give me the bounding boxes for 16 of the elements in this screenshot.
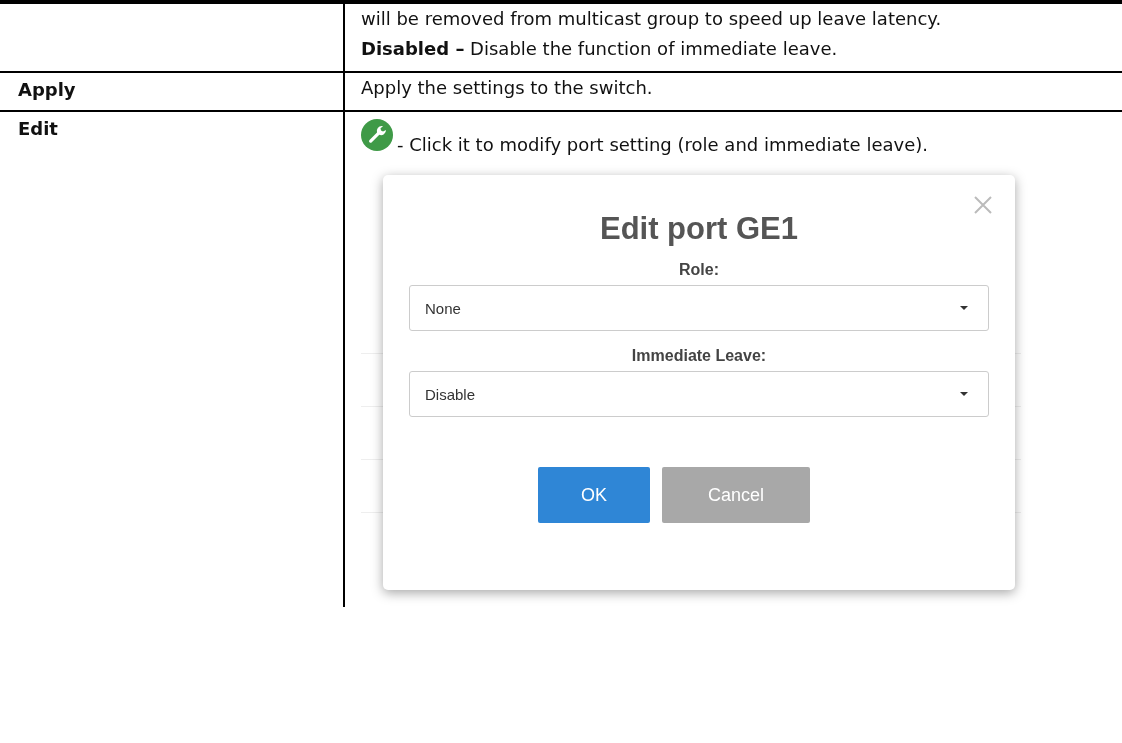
description-text: Disabled – Disable the function of immediate leave. (361, 37, 839, 61)
dropdown-field[interactable]: Disable (409, 371, 989, 417)
description-text: - Click it to modify port setting (role and immediate leave). (397, 134, 928, 155)
field-label: Role: (678, 261, 720, 279)
field-label: Immediate Leave: (630, 347, 768, 365)
caret-icon (960, 306, 968, 310)
dialog-title: Edit port GE1 (598, 211, 800, 247)
term-label: Apply (18, 79, 76, 100)
description-text: Apply the settings to the switch. (361, 76, 654, 100)
dropdown-field[interactable]: None (409, 285, 989, 331)
ok-button[interactable]: OK (538, 467, 650, 523)
close-icon[interactable] (973, 195, 993, 215)
description-text: will be removed from multicast group to speed up leave latency. (361, 7, 943, 31)
term-label: Edit (18, 118, 58, 139)
caret-icon (960, 392, 968, 396)
wrench-icon (361, 119, 393, 151)
